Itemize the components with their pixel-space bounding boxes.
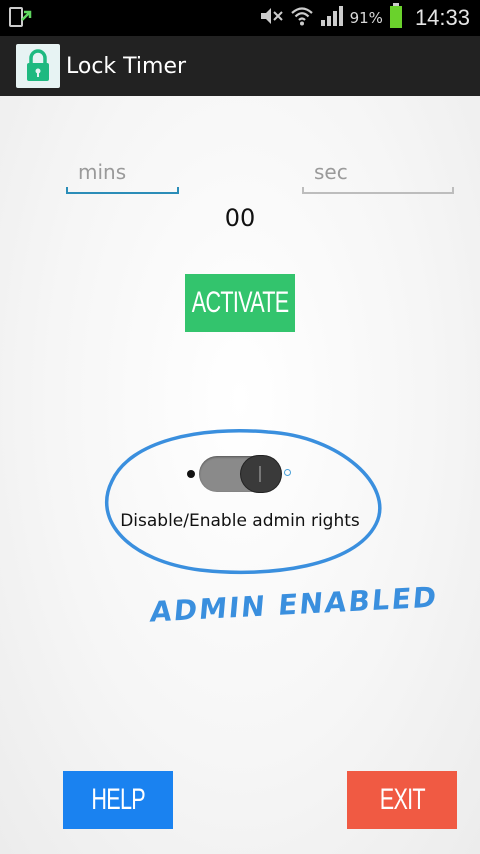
mins-placeholder: mins — [78, 160, 127, 184]
download-notification-icon — [8, 6, 34, 34]
action-bar: Lock Timer — [0, 36, 480, 96]
sec-underline-right-tick — [452, 187, 454, 194]
admin-enabled-annotation: ADMIN ENABLED — [148, 580, 440, 629]
battery-icon — [389, 3, 403, 33]
exit-button[interactable]: EXIT — [347, 771, 457, 829]
sec-underline — [302, 192, 454, 194]
lock-icon[interactable] — [16, 44, 60, 88]
activate-button[interactable]: ACTIVATE — [185, 274, 295, 332]
mute-icon — [258, 5, 284, 31]
battery-percent: 91% — [349, 9, 383, 27]
activate-label: ACTIVATE — [191, 286, 289, 319]
sec-underline-left-tick — [302, 187, 304, 194]
wifi-icon — [290, 5, 314, 31]
exit-label: EXIT — [379, 783, 425, 816]
toggle-track — [199, 456, 281, 492]
toggle-on-indicator — [284, 469, 291, 476]
mins-underline-left-tick — [66, 187, 68, 194]
toggle-off-indicator — [187, 470, 195, 478]
toggle-grip — [259, 466, 261, 482]
toggle-thumb[interactable] — [241, 456, 281, 492]
mins-input[interactable]: mins — [66, 154, 179, 194]
app-title: Lock Timer — [66, 53, 187, 79]
admin-rights-label: Disable/Enable admin rights — [120, 511, 360, 531]
sec-input[interactable]: sec — [302, 154, 454, 194]
admin-rights-toggle[interactable] — [185, 456, 295, 492]
status-bar: 91% 14:33 — [0, 0, 480, 36]
mins-underline — [66, 192, 179, 194]
timer-counter: 00 — [224, 204, 256, 232]
help-label: HELP — [91, 783, 145, 816]
help-button[interactable]: HELP — [63, 771, 173, 829]
sec-placeholder: sec — [314, 160, 348, 184]
status-time: 14:33 — [414, 5, 470, 30]
signal-icon — [320, 5, 344, 31]
main-content: mins sec 00 ACTIVATE Disable/Enable admi… — [0, 96, 480, 854]
mins-underline-right-tick — [177, 187, 179, 194]
